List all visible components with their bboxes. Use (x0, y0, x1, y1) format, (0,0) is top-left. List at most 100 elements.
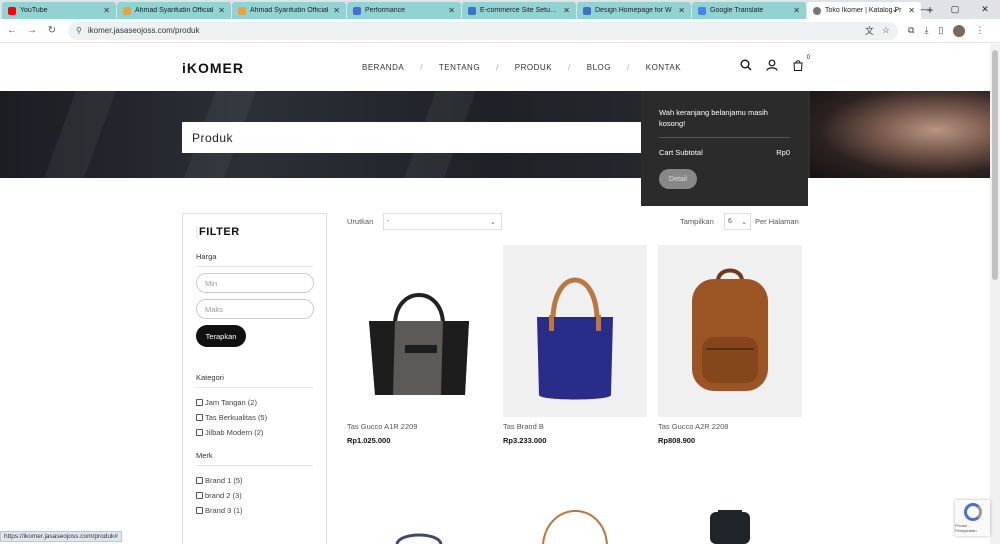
hero-decoration (44, 91, 116, 178)
bookmark-star-icon[interactable]: ☆ (882, 25, 890, 36)
product-image[interactable] (503, 500, 647, 544)
browser-tab[interactable]: Ahmad Syarifudin Official ✕ (117, 2, 231, 19)
product-card[interactable]: Tas Gucco A2R 2208 Rp808.900 (658, 245, 802, 445)
product-price: Rp1.025.000 (347, 436, 391, 445)
close-tab-icon[interactable]: ✕ (563, 6, 570, 15)
browser-tab[interactable]: E-commerce Site Setup fo ✕ (462, 2, 576, 19)
reload-icon[interactable]: ↻ (44, 25, 60, 36)
nav-separator: / (496, 63, 499, 72)
brand-option[interactable]: Brand 1 (5) (196, 476, 313, 485)
close-tab-icon[interactable]: ✕ (448, 6, 455, 15)
extensions-icon[interactable]: ⧉ (908, 25, 914, 36)
close-tab-icon[interactable]: ✕ (793, 6, 800, 15)
checkbox[interactable] (196, 492, 203, 499)
sidepanel-icon[interactable]: ▯ (938, 25, 943, 36)
recaptcha-links[interactable]: Privasi - Persyaratan (955, 523, 990, 533)
browser-tab[interactable]: YouTube ✕ (2, 2, 116, 19)
tab-search-icon[interactable]: ⌄ (880, 0, 910, 19)
user-icon[interactable] (766, 59, 778, 74)
url-bar[interactable]: ⚲ ikomer.jasaseojoss.com/produk 文 ☆ (68, 21, 898, 40)
nav-item-beranda[interactable]: BERANDA (362, 63, 404, 72)
site-favicon-icon (123, 6, 131, 15)
browser-tab-strip: YouTube ✕ Ahmad Syarifudin Official ✕ Ahma… (0, 0, 1000, 19)
close-window-icon[interactable]: ✕ (970, 0, 1000, 19)
minimize-icon[interactable]: — (910, 0, 940, 19)
cart-subtotal-value: Rp0 (776, 148, 790, 157)
checkbox[interactable] (196, 399, 203, 406)
close-tab-icon[interactable]: ✕ (103, 6, 110, 15)
checkbox[interactable] (196, 429, 203, 436)
browser-tab[interactable]: Performance ✕ (347, 2, 461, 19)
close-tab-icon[interactable]: ✕ (218, 6, 225, 15)
chevron-down-icon: ⌄ (741, 218, 747, 226)
product-image[interactable] (347, 245, 491, 417)
main-nav: BERANDA / TENTANG / PRODUK / BLOG / KONT… (362, 63, 681, 72)
cart-empty-message: Wah keranjang belanjamu masih kosong! (659, 107, 790, 138)
nav-separator: / (627, 63, 630, 72)
category-option[interactable]: Tas Berkualitas (5) (196, 413, 313, 422)
google-translate-icon (698, 6, 706, 15)
nav-separator: / (568, 63, 571, 72)
site-header: iKOMER BERANDA / TENTANG / PRODUK / BLOG… (0, 44, 990, 91)
url-text: ikomer.jasaseojoss.com/produk (87, 26, 200, 35)
upwork-icon (583, 6, 591, 15)
close-tab-icon[interactable]: ✕ (333, 6, 340, 15)
apply-filter-button[interactable]: Terapkan (196, 325, 246, 347)
nav-item-produk[interactable]: PRODUK (515, 63, 552, 72)
globe-icon (813, 6, 821, 15)
cart-subtotal-label: Cart Subtotal (659, 148, 703, 157)
site-favicon-icon (238, 6, 246, 15)
product-price: Rp808.900 (658, 436, 696, 445)
product-name[interactable]: Tas Brand B (503, 422, 647, 431)
translate-icon[interactable]: 文 (865, 24, 874, 37)
download-icon[interactable]: ⤓ (924, 25, 928, 36)
sort-select[interactable]: - ⌄ (383, 213, 502, 230)
category-option[interactable]: Jam Tangan (2) (196, 398, 313, 407)
min-price-input[interactable]: Min (196, 273, 314, 293)
category-option[interactable]: Jilbab Modern (2) (196, 428, 313, 437)
brand-option[interactable]: brand 2 (3) (196, 491, 313, 500)
product-card[interactable]: Tas Brand B Rp3.233.000 (503, 245, 647, 445)
nav-item-tentang[interactable]: TENTANG (439, 63, 480, 72)
sort-label: Urutkan (347, 217, 374, 226)
page-title: Produk (182, 122, 642, 153)
back-icon[interactable]: ← (4, 25, 20, 36)
cart-subtotal-row: Cart Subtotal Rp0 (659, 148, 790, 157)
forward-icon[interactable]: → (24, 25, 40, 36)
brand-filter-label: Merk (196, 451, 313, 466)
upwork-icon (468, 6, 476, 15)
nav-item-blog[interactable]: BLOG (587, 63, 611, 72)
product-name[interactable]: Tas Gucco A1R 2209 (347, 422, 491, 431)
performance-icon (353, 6, 361, 15)
product-image[interactable] (347, 500, 491, 544)
product-card[interactable]: Tas Gucco A1R 2209 Rp1.025.000 (347, 245, 491, 445)
checkbox[interactable] (196, 414, 203, 421)
menu-dots-icon[interactable]: ⋮ (975, 25, 984, 36)
product-image[interactable] (658, 245, 802, 417)
recaptcha-badge[interactable]: Privasi - Persyaratan (955, 500, 990, 536)
checkbox[interactable] (196, 477, 203, 484)
page-scrollbar[interactable] (990, 44, 1000, 544)
header-icons: 0 (740, 55, 810, 74)
scrollbar-thumb[interactable] (992, 50, 998, 280)
cart-detail-button[interactable]: Detail (659, 169, 697, 189)
maximize-icon[interactable]: ▢ (940, 0, 970, 19)
site-logo[interactable]: iKOMER (182, 60, 244, 76)
product-image[interactable] (658, 500, 802, 544)
cart-icon[interactable]: 0 (792, 55, 810, 74)
product-image[interactable] (503, 245, 647, 417)
checkbox[interactable] (196, 507, 203, 514)
per-page-select[interactable]: 6 ⌄ (724, 213, 751, 230)
site-info-icon[interactable]: ⚲ (76, 26, 82, 35)
profile-avatar[interactable] (953, 24, 966, 37)
product-name[interactable]: Tas Gucco A2R 2208 (658, 422, 802, 431)
brand-option[interactable]: Brand 3 (1) (196, 506, 313, 515)
recaptcha-icon (963, 503, 982, 521)
nav-item-kontak[interactable]: KONTAK (646, 63, 681, 72)
browser-tab[interactable]: Ahmad Syarifudin Official ✕ (232, 2, 346, 19)
search-icon[interactable] (740, 59, 752, 74)
max-price-input[interactable]: Maks (196, 299, 314, 319)
browser-tab[interactable]: Google Translate ✕ (692, 2, 806, 19)
browser-tab[interactable]: Design Homepage for W ✕ (577, 2, 691, 19)
close-tab-icon[interactable]: ✕ (678, 6, 685, 15)
